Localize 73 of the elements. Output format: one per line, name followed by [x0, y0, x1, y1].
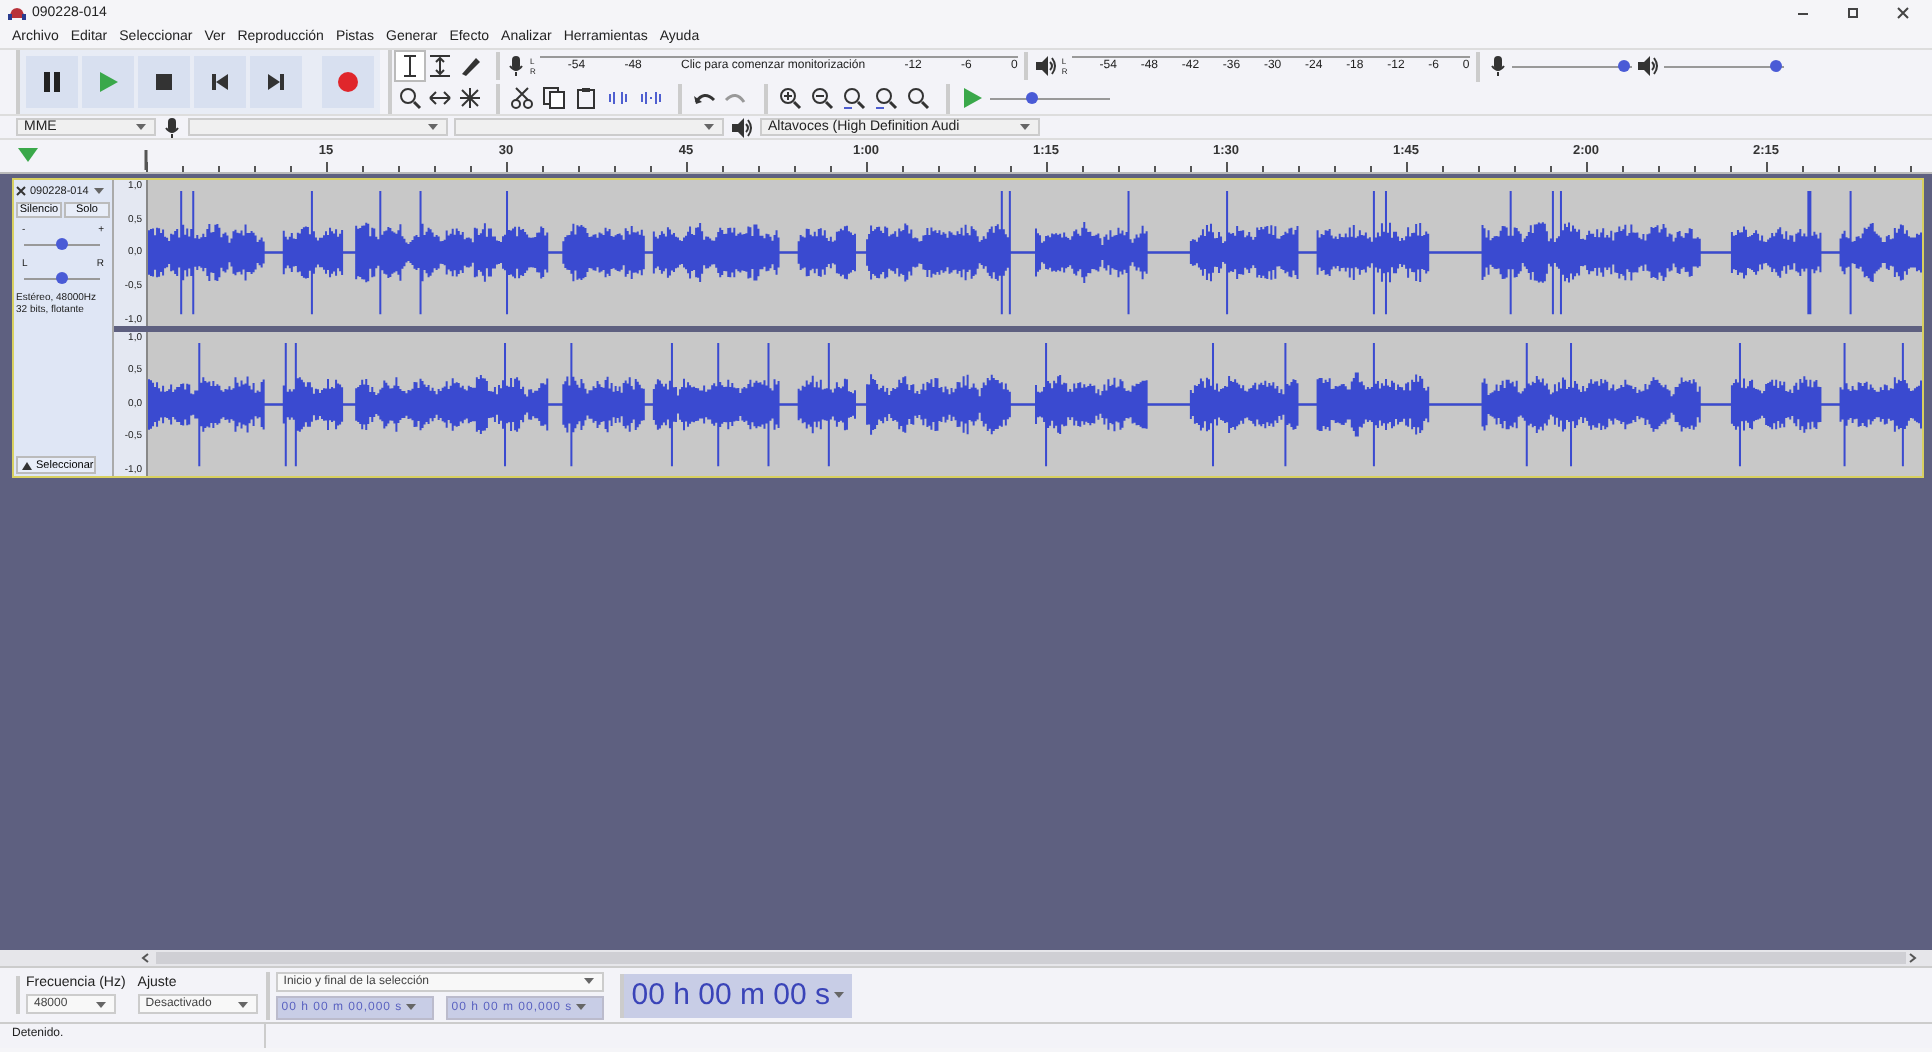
caret-icon	[94, 997, 108, 1011]
skip-end-button[interactable]	[250, 56, 302, 108]
microphone-icon	[506, 54, 526, 78]
pause-button[interactable]	[26, 56, 78, 108]
selection-icon	[398, 54, 422, 78]
play-position-marker	[142, 150, 150, 170]
microphone-icon	[162, 115, 182, 139]
selection-tool-button[interactable]	[396, 52, 424, 80]
speaker-icon	[1635, 54, 1660, 78]
microphone-icon	[1487, 54, 1508, 78]
fit-project-icon	[874, 86, 898, 110]
envelope-icon	[428, 54, 452, 78]
caret-icon	[1018, 120, 1032, 134]
pan-slider[interactable]	[56, 272, 68, 284]
paste-button[interactable]	[572, 84, 600, 112]
zoom-in-button[interactable]	[776, 84, 804, 112]
caret-icon	[404, 1000, 419, 1014]
copy-icon	[542, 86, 566, 110]
playback-volume-slider[interactable]	[1769, 60, 1782, 72]
zoom-out-button[interactable]	[808, 84, 836, 112]
caret-icon	[702, 120, 716, 134]
record-button[interactable]	[322, 56, 374, 108]
multi-icon	[458, 85, 482, 109]
zoom-icon	[398, 85, 422, 109]
envelope-tool-button[interactable]	[426, 52, 454, 80]
play-icon	[96, 70, 120, 94]
stop-icon	[152, 70, 176, 94]
fit-project-button[interactable]	[872, 84, 900, 112]
close-icon[interactable]	[16, 186, 26, 196]
skip-start-icon	[208, 70, 232, 94]
copy-button[interactable]	[540, 84, 568, 112]
pause-icon	[40, 70, 64, 94]
zoom-toggle-button[interactable]	[904, 84, 932, 112]
zoom-toggle-icon	[906, 86, 930, 110]
app-icon	[8, 5, 26, 19]
caret-icon	[92, 184, 107, 198]
caret-icon	[426, 120, 440, 134]
gain-slider[interactable]	[56, 238, 68, 250]
caret-icon	[832, 988, 847, 1002]
maximize-icon[interactable]	[1845, 5, 1859, 19]
fit-selection-button[interactable]	[840, 84, 868, 112]
zoom-tool-button[interactable]	[396, 83, 424, 111]
multi-tool-button[interactable]	[456, 83, 484, 111]
playhead-icon[interactable]	[18, 146, 38, 162]
play-at-speed-button[interactable]	[958, 84, 986, 112]
record-icon	[336, 70, 360, 94]
scroll-left-icon[interactable]	[140, 952, 152, 964]
close-icon[interactable]	[1895, 5, 1909, 19]
speaker-icon	[1033, 54, 1058, 78]
pencil-tool-button[interactable]	[456, 52, 484, 80]
silence-icon	[638, 86, 662, 110]
pencil-icon	[458, 54, 482, 78]
fit-selection-icon	[842, 86, 866, 110]
speaker-icon	[730, 115, 754, 139]
trim-icon	[606, 86, 630, 110]
skip-end-icon	[264, 70, 288, 94]
audio-position-time[interactable]: 00 h 00 m 00 s	[619, 973, 853, 1017]
record-volume-slider[interactable]	[1617, 60, 1630, 72]
zoom-out-icon	[810, 86, 834, 110]
speed-slider[interactable]	[1025, 92, 1038, 104]
horizontal-scrollbar[interactable]	[0, 950, 1932, 968]
play-at-speed-icon	[960, 86, 984, 110]
scroll-right-icon[interactable]	[1906, 952, 1918, 964]
stop-button[interactable]	[138, 56, 190, 108]
cut-button[interactable]	[508, 84, 536, 112]
collapse-icon	[22, 461, 32, 469]
caret-icon	[134, 120, 148, 134]
caret-icon	[235, 997, 250, 1011]
paste-icon	[574, 86, 598, 110]
time-shift-icon	[428, 85, 452, 109]
zoom-in-icon	[778, 86, 802, 110]
skip-start-button[interactable]	[194, 56, 246, 108]
cut-icon	[510, 86, 534, 110]
